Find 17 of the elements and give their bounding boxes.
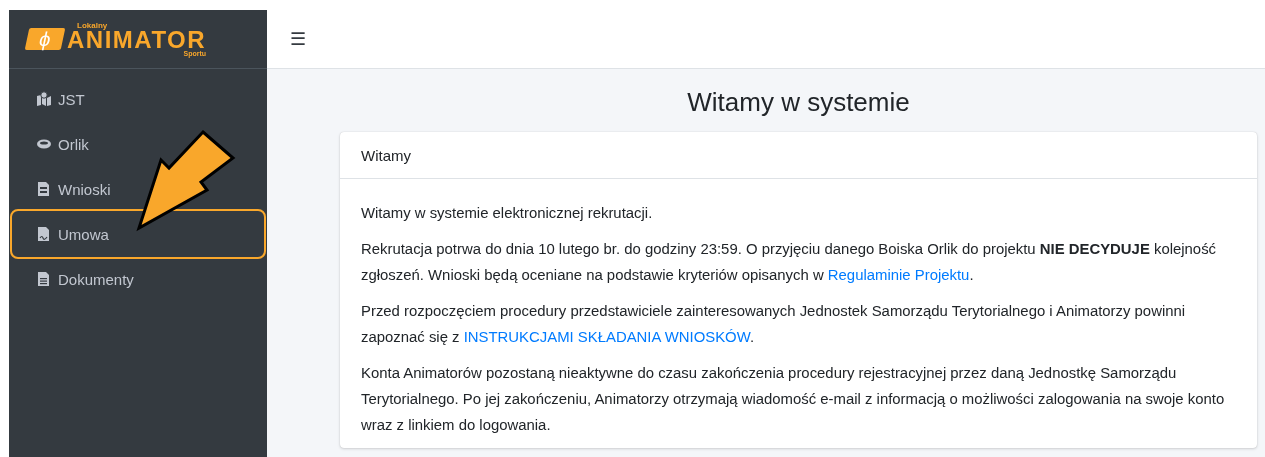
menu-icon[interactable]: ☰ — [290, 28, 306, 50]
sidebar-item[interactable]: Orlik — [10, 122, 266, 166]
sidebar-item[interactable]: Dokumenty — [10, 257, 266, 301]
map-icon — [36, 91, 52, 107]
paragraph: Rekrutacja potrwa do dnia 10 lutego br. do godziny 23:59. O przyjęciu danego Boiska Orlik do projektu NIE DECYDUJE kolejność zgłoszeń. Wnioski będą oceniane na podstawie kryteriów opisanych w Regulaminie Projektu. — [361, 240, 1218, 285]
card-title: Witamy — [361, 146, 411, 164]
link[interactable]: INSTRUKCJAMI SKŁADANIA WNIOSKÓW — [463, 329, 750, 345]
paragraph: Przed rozpoczęciem procedury przedstawiciele zainteresowanych Jednostek Samorządu Terytorialnego i Animatorzy powinni zapoznać się z INSTRUKCJAMI SKŁADANIA WNIOSKÓW. — [361, 302, 1187, 347]
paragraph: Konta Animatorów pozostaną nieaktywne do czasu zakończenia procedury rejestracyjnej przez daną Jednostkę Samorządu Terytorialnego. Po jej zakończeniu, Animatorzy otrzymają wiadomość e-mail z informacją o możliwości zalogowania na swoje konto wraz z linkiem do logowania. — [361, 364, 1226, 435]
sidebar-item[interactable]: Wnioski — [10, 167, 266, 211]
document-icon — [36, 226, 52, 242]
sidebar-item[interactable]: JST — [10, 77, 266, 121]
paragraph: Witamy w systemie elektronicznej rekrutacji. — [361, 204, 654, 223]
document-icon — [36, 181, 52, 197]
document-icon — [36, 271, 52, 287]
link[interactable]: Regulaminie Projektu — [827, 267, 970, 283]
page-title: Witamy w systemie — [687, 86, 910, 118]
